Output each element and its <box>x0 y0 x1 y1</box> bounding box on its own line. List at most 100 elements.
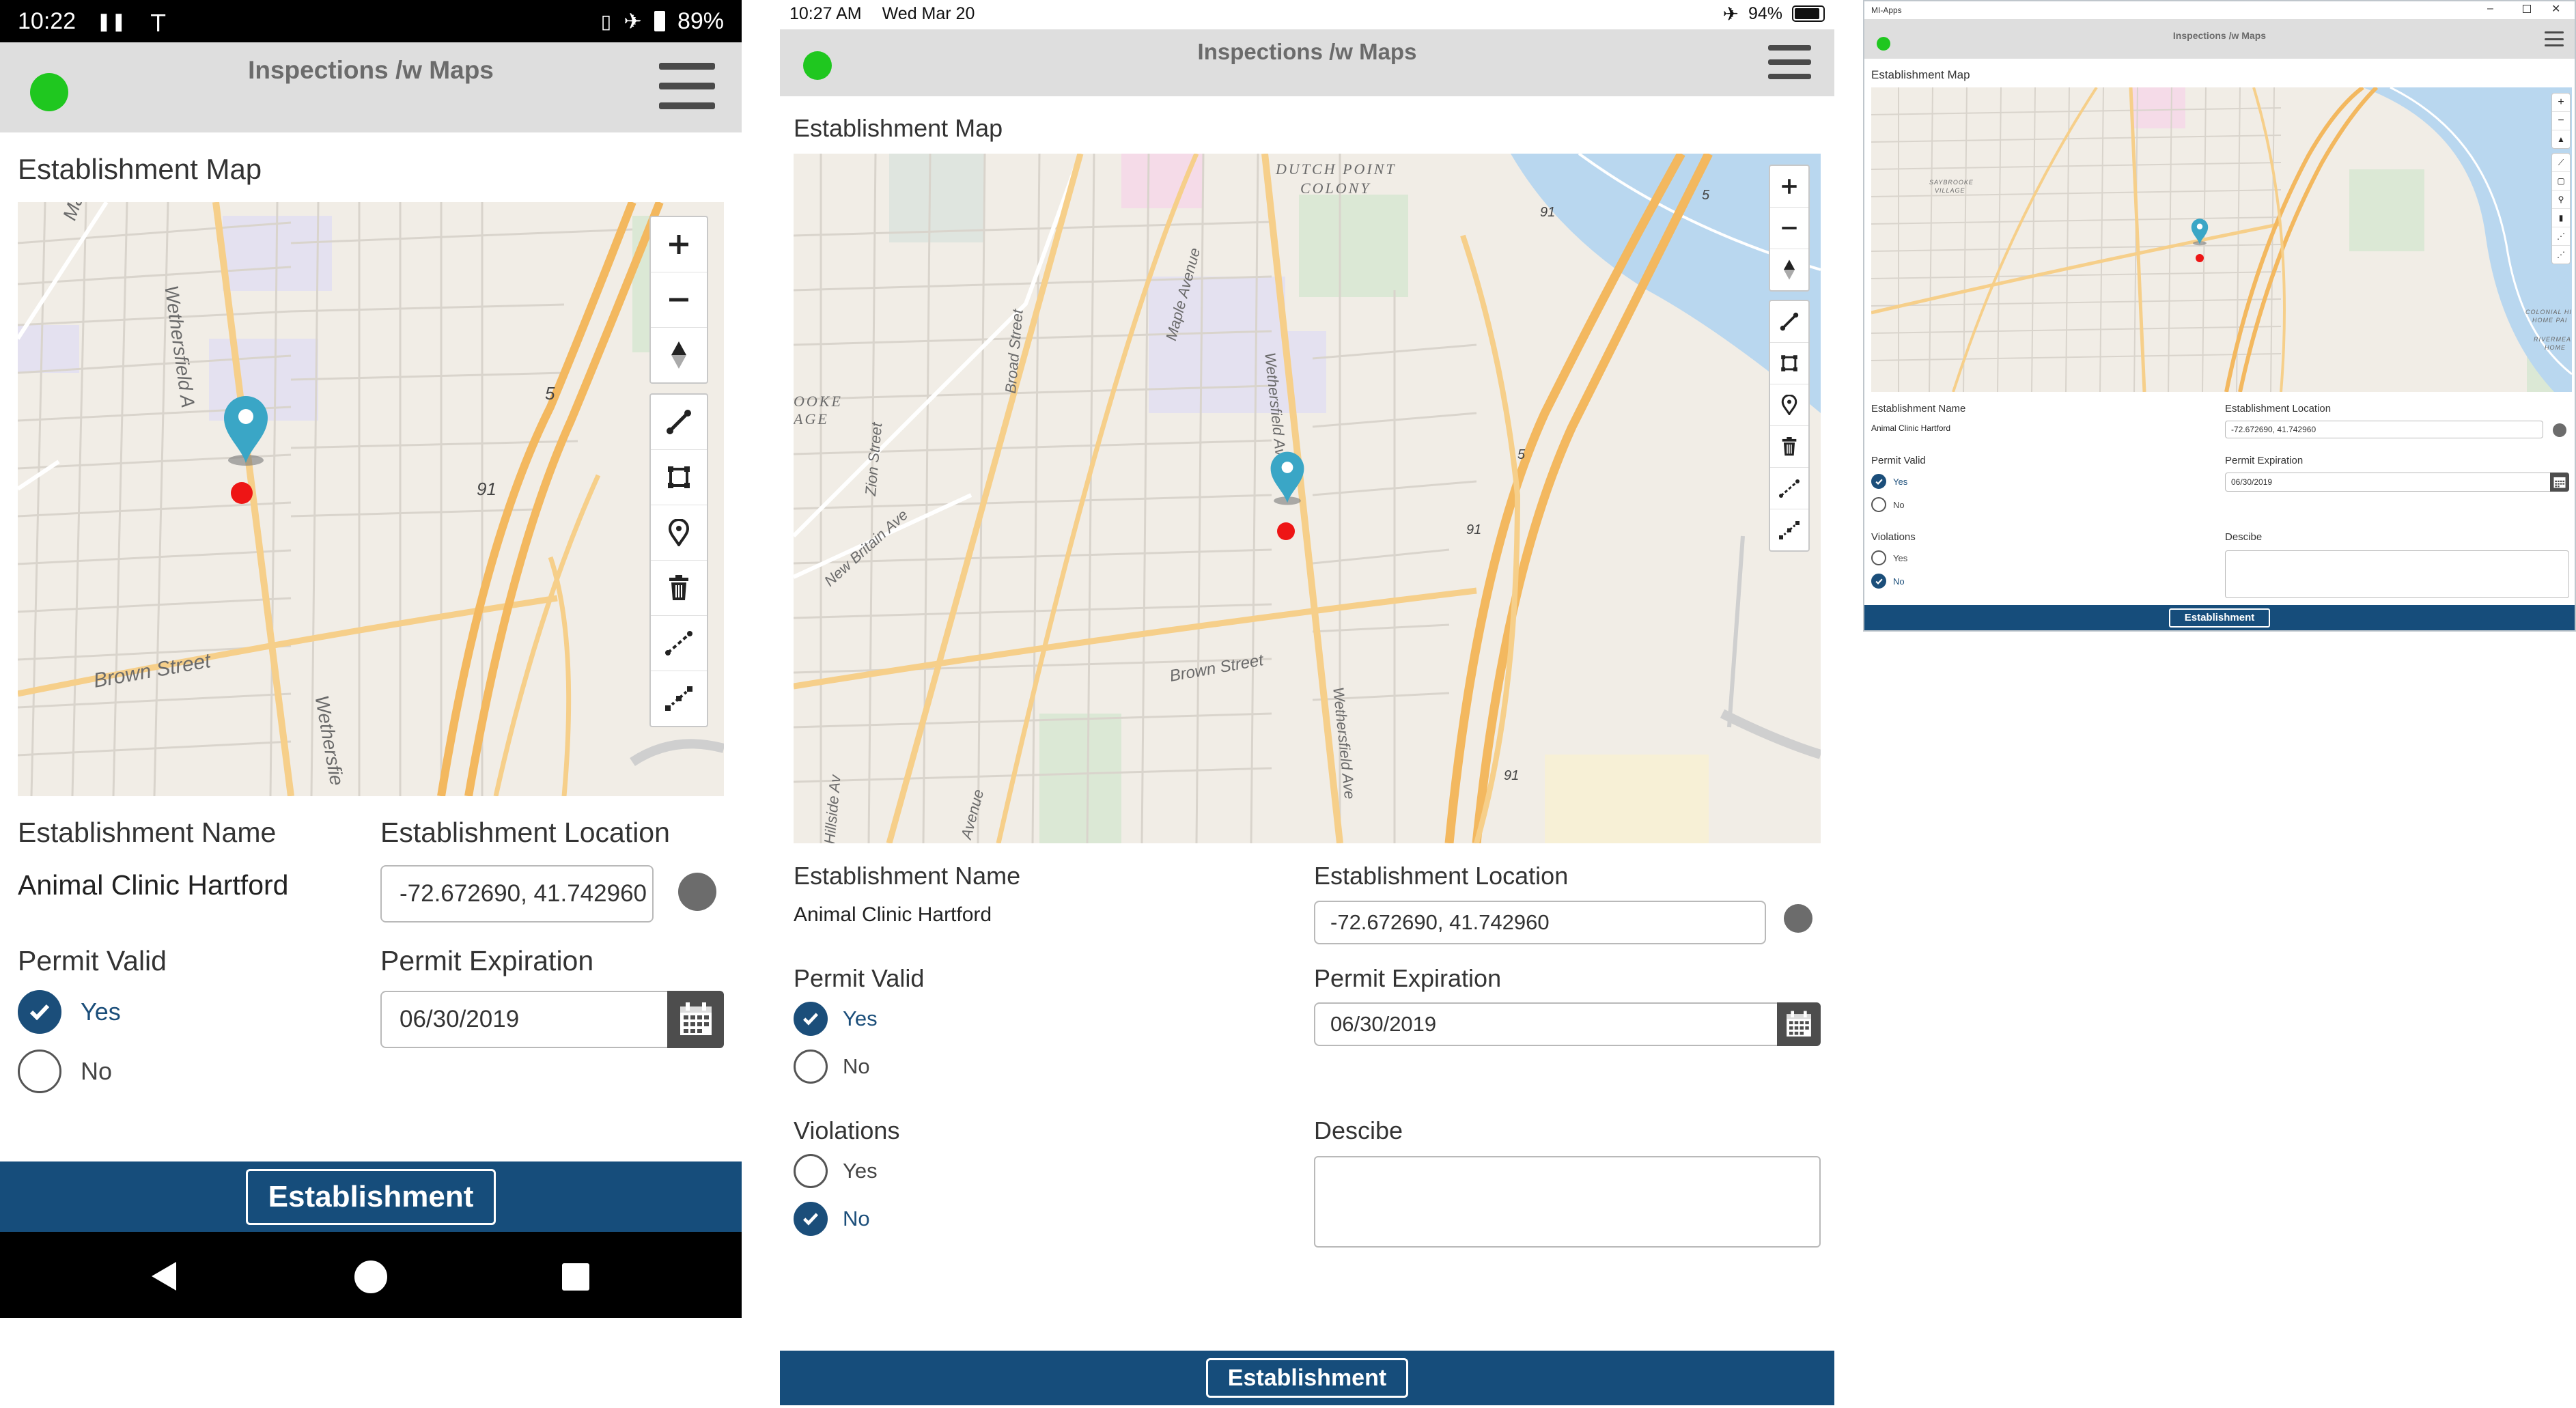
compass-button[interactable] <box>1770 249 1808 290</box>
expiration-label: Permit Expiration <box>380 945 594 976</box>
delete-shapes-button[interactable] <box>1770 426 1808 468</box>
plus-icon: + <box>2558 96 2564 108</box>
draw-line-button[interactable]: ⟋ <box>2552 154 2570 172</box>
minimize-button[interactable]: – <box>2487 3 2493 15</box>
violations-no-radio[interactable]: No <box>794 1202 870 1236</box>
check-icon <box>794 1202 828 1236</box>
radio-empty-icon <box>794 1154 828 1188</box>
permit-yes-radio[interactable]: Yes <box>1871 474 1907 489</box>
map-label: HOME <box>2545 344 2566 351</box>
location-dot <box>1277 522 1295 540</box>
edit-shapes-button[interactable] <box>651 671 707 726</box>
calendar-button[interactable] <box>2550 473 2569 492</box>
zoom-out-button[interactable] <box>651 272 707 328</box>
map-toolbar <box>649 216 708 727</box>
draw-marker-button[interactable]: ⚲ <box>2552 191 2570 209</box>
map-label: 5 <box>1702 188 1710 203</box>
draw-rectangle-button[interactable] <box>651 450 707 505</box>
marker-icon <box>1781 395 1797 415</box>
menu-button[interactable] <box>659 63 715 109</box>
measure-button[interactable]: ⋰ <box>2552 227 2570 246</box>
expiration-input[interactable]: 06/30/2019 <box>1314 1002 1821 1046</box>
menu-button[interactable] <box>2545 31 2564 46</box>
map-pin-icon[interactable] <box>1268 449 1307 506</box>
edit-shapes-button[interactable]: ⋰ <box>2552 246 2570 264</box>
footer-bar: Establishment <box>780 1351 1834 1405</box>
map-tiles <box>1871 87 2572 392</box>
delete-shapes-button[interactable]: ▮ <box>2552 209 2570 227</box>
draw-line-button[interactable] <box>651 395 707 450</box>
map-label: 91 <box>1540 205 1556 220</box>
zoom-controls <box>1769 165 1810 292</box>
establishment-map[interactable]: DUTCH POINT COLONY OOKE AGE Brown Street… <box>794 154 1821 843</box>
globe-icon[interactable] <box>678 873 716 911</box>
location-input[interactable]: -72.672690, 41.742960 <box>2225 421 2543 438</box>
expiration-label: Permit Expiration <box>2225 455 2304 466</box>
app-header: Inspections /w Maps <box>780 29 1834 96</box>
zoom-out-button[interactable] <box>1770 208 1808 249</box>
draw-rectangle-button[interactable] <box>1770 343 1808 384</box>
draw-controls <box>649 393 708 727</box>
permit-no-radio[interactable]: No <box>1871 497 1905 512</box>
describe-textarea[interactable] <box>2225 550 2569 598</box>
recents-icon[interactable] <box>562 1263 589 1291</box>
marker-icon: ⚲ <box>2558 195 2564 204</box>
map-pin-icon[interactable] <box>220 392 272 467</box>
close-button[interactable]: ✕ <box>2551 2 2560 16</box>
location-input[interactable]: -72.672690, 41.742960 <box>380 865 654 923</box>
maximize-button[interactable] <box>2523 5 2531 13</box>
calendar-button[interactable] <box>667 991 724 1048</box>
establishment-button[interactable]: Establishment <box>2169 608 2270 628</box>
zoom-out-button[interactable]: − <box>2552 112 2570 130</box>
zoom-in-button[interactable]: + <box>2552 94 2570 112</box>
back-icon[interactable] <box>149 1261 179 1292</box>
map-pin-icon[interactable] <box>2189 217 2210 246</box>
location-label: Establishment Location <box>1314 862 1569 890</box>
compass-button[interactable]: ▲ <box>2552 130 2570 148</box>
permit-valid-label: Permit Valid <box>794 964 925 992</box>
draw-rectangle-button[interactable]: ▢ <box>2552 172 2570 191</box>
permit-no-label: No <box>1893 499 1905 510</box>
permit-yes-radio[interactable]: Yes <box>794 1002 878 1036</box>
violations-yes-radio[interactable]: Yes <box>1871 550 1907 565</box>
footer-bar: Establishment <box>0 1161 742 1232</box>
permit-yes-label: Yes <box>843 1006 878 1030</box>
location-input[interactable]: -72.672690, 41.742960 <box>1314 901 1766 944</box>
zoom-in-button[interactable] <box>651 217 707 272</box>
globe-icon[interactable] <box>2553 423 2566 437</box>
draw-line-button[interactable] <box>1770 301 1808 343</box>
permit-yes-radio[interactable]: Yes <box>18 990 121 1034</box>
permit-no-radio[interactable]: No <box>18 1050 112 1093</box>
status-time: 10:27 AM <box>789 3 862 23</box>
establishment-map[interactable]: SAYBROOKE VILLAGE COLONIAL HI HOME PAI R… <box>1871 87 2572 392</box>
violations-yes-radio[interactable]: Yes <box>794 1154 878 1188</box>
delete-shapes-button[interactable] <box>651 561 707 616</box>
menu-button[interactable] <box>1768 45 1811 79</box>
calendar-button[interactable] <box>1777 1002 1821 1046</box>
permit-no-radio[interactable]: No <box>794 1050 870 1084</box>
check-icon <box>1871 474 1886 489</box>
establishment-map[interactable]: Brown Street Wethersfield A Wethersfie M… <box>18 202 724 796</box>
measure-button[interactable] <box>1770 468 1808 509</box>
describe-textarea[interactable] <box>1314 1156 1821 1248</box>
edit-vertices-icon <box>665 686 692 711</box>
draw-marker-button[interactable] <box>651 505 707 561</box>
establishment-button[interactable]: Establishment <box>1206 1358 1408 1398</box>
map-label: DUTCH POINT <box>1276 160 1397 178</box>
measure-button[interactable] <box>651 616 707 671</box>
airplane-icon: ✈ <box>1722 3 1739 25</box>
draw-marker-button[interactable] <box>1770 384 1808 426</box>
violations-no-radio[interactable]: No <box>1871 574 1905 589</box>
globe-icon[interactable] <box>1784 904 1812 933</box>
home-icon[interactable] <box>354 1261 387 1293</box>
compass-button[interactable] <box>651 328 707 382</box>
minus-icon <box>1782 227 1797 229</box>
polyline-icon: ⟋ <box>2558 157 2564 167</box>
expiration-input[interactable]: 06/30/2019 <box>2225 473 2569 492</box>
zoom-in-button[interactable] <box>1770 166 1808 208</box>
compass-icon <box>1783 259 1795 280</box>
map-label: 91 <box>1466 522 1482 537</box>
edit-vertices-icon: ⋰ <box>2557 250 2565 259</box>
establishment-button[interactable]: Establishment <box>246 1168 496 1225</box>
edit-shapes-button[interactable] <box>1770 509 1808 550</box>
